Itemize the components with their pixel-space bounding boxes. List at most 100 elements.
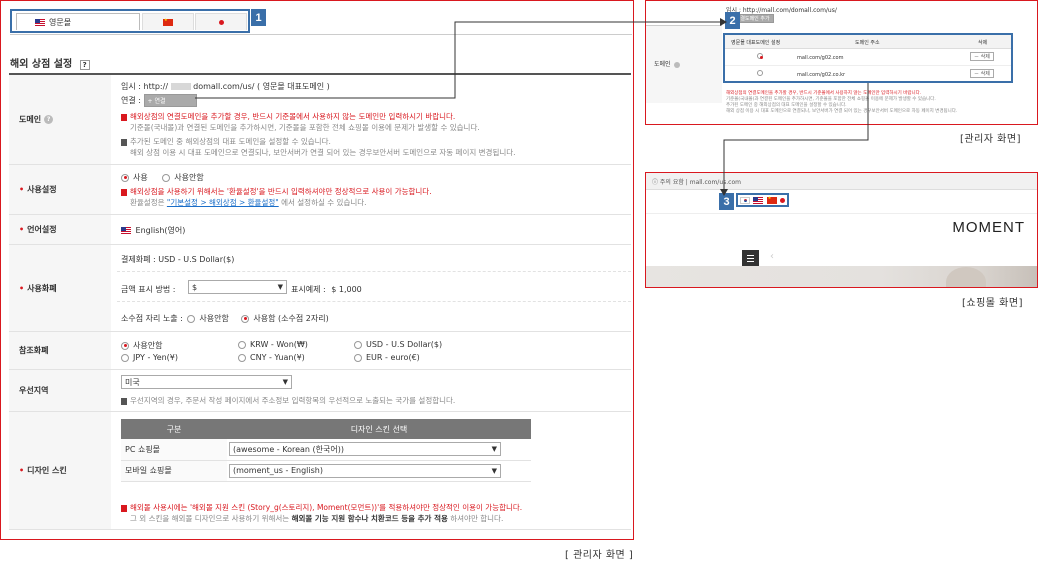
ref-option-eur[interactable]: EUR - euro(€) [354,353,420,362]
mobile-skin-select[interactable]: (moment_us - English) ▼ [229,463,501,478]
row-usage: • 사용설정 사용 사용안함 해외상점을 사용하기 위해서는 '환율설정'을 반드… [9,165,631,215]
pc-skin-cell: (awesome - Korean (한국어)) ▼ [227,439,531,461]
ref-jpy-radio[interactable] [121,353,129,362]
small-delete-button-1[interactable]: － 삭제 [970,52,994,61]
payment-currency: 결제화폐 : USD - U.S Dollar($) [121,255,235,264]
us-flag-icon [35,18,45,26]
ref-option-none[interactable]: 사용안함 [121,340,162,351]
chevron-left-icon[interactable]: ‹ [770,251,774,262]
display-method-value: $ [192,282,198,292]
section-title-text: 해외 상점 설정 [10,59,73,70]
note-icon [121,138,127,146]
marker-1: 1 [251,9,266,26]
skin-note-1: 해외몰 사용시에는 '해외몰 지원 스킨 (Story_g(스토리지), Mom… [121,502,522,513]
skin-note-2: 그 외 스킨을 해외몰 디자인으로 사용하기 위해서는 해외몰 기능 지원 함수… [130,513,503,524]
us-flag-icon[interactable] [753,196,764,204]
help-icon[interactable]: ? [79,60,90,70]
admin-caption: [ 관리자 화면 ] [565,550,634,561]
value-domain: 임시 : http:// domall.com/us/ ( 영문몰 대표도메인 … [121,75,631,164]
mobile-skin-cell: (moment_us - English) ▼ [227,460,531,482]
skin-note-suffix: 하셔야만 합니다. [447,514,504,523]
label-reference-text: 참조화폐 [19,346,49,355]
small-note-4: 해외 상점 이용 시 대표 도메인으로 연결되나, 보안서버가 연결 되어 있는… [726,109,958,114]
ref-krw-radio[interactable] [238,340,246,349]
info-icon [674,61,681,68]
label-currency-text: 사용화폐 [27,283,57,293]
skin-note-prefix: 그 외 스킨을 해외몰 디자인으로 사용하기 위해서는 [130,514,292,523]
ref-option-krw[interactable]: KRW - Won(₩) [238,340,308,349]
decimal-off-radio[interactable] [187,314,196,323]
tab-china[interactable] [142,13,194,30]
pc-skin-select[interactable]: (awesome - Korean (한국어)) ▼ [229,442,501,456]
jp-flag-icon[interactable] [780,197,786,203]
usage-off-radio[interactable] [162,173,171,182]
decimal-on-radio[interactable] [241,314,250,323]
chevron-down-icon: ▼ [277,283,283,291]
ref-usd-radio[interactable] [354,340,362,349]
label-language: • 언어설정 [9,215,111,244]
admin-small-caption: [관리자 화면] [960,134,1021,145]
menu-icon[interactable] [742,250,759,266]
chevron-down-icon: ▼ [491,466,497,475]
label-domain: 도메인 ? [9,75,111,164]
note-icon [121,188,127,196]
connect-line: 연결 : + 연결 [121,94,197,107]
language-value: English(영어) [121,225,185,236]
value-currency: 결제화폐 : USD - U.S Dollar($) 금액 표시 방법 : $ … [117,245,631,331]
domain-note-1-text: 해외상점의 연결도메인을 추가할 경우, 반드시 기준몰에서 사용하지 않는 도… [130,112,456,121]
blur-mask [170,83,191,90]
admin-small-panel: 임시 : http://mall.com/domall.com/us/ + 연결… [645,0,1038,125]
divider [117,301,631,302]
small-domain-1: mall.com/g02.com [797,55,844,61]
row-domain: 도메인 ? 임시 : http:// domall.com/us/ ( 영문몰 … [9,75,631,165]
display-method-select[interactable]: $ ▼ [188,280,287,294]
tab-english[interactable]: 영문몰 [16,13,140,30]
small-col-delete: 삭제 [978,40,988,46]
address-text[interactable]: ⓘ 주의 요함 | mall.com/us.com [652,177,741,186]
display-method-label: 금액 표시 방법 : [121,285,176,294]
ref-none-radio[interactable] [121,341,129,350]
tab-english-label: 영문몰 [49,17,72,27]
row-reference: 참조화폐 사용안함 KRW - Won(₩) USD - U.S Dollar(… [9,332,631,370]
pc-shop-label: PC 쇼핑몰 [121,439,227,461]
region-select[interactable]: 미국 ▼ [121,375,292,389]
shop-header-line [646,213,1037,214]
ref-none-label: 사용안함 [133,341,163,350]
add-domain-button[interactable]: + 연결 [143,94,197,107]
ref-cny-radio[interactable] [238,353,246,362]
skin-note-1-text: 해외몰 사용시에는 '해외몰 지원 스킨 (Story_g(스토리지), Mom… [130,503,523,512]
skin-col-select: 디자인 스킨 선택 [227,419,531,439]
label-currency: • 사용화폐 [9,245,111,331]
temp-domain-url: domall.com/us/ ( 영문몰 대표도메인 ) [193,82,330,91]
ref-cny-label: CNY - Yuan(¥) [250,353,305,362]
cn-flag-icon[interactable] [766,195,777,204]
tab-japan[interactable] [195,13,247,30]
small-delete-button-2[interactable]: － 삭제 [970,69,994,78]
ref-eur-radio[interactable] [354,353,362,362]
domain-note-4: 해외 상점 이용 시 대표 도메인으로 연결되나, 보안서버가 연결 되어 있는… [130,148,516,157]
exchange-settings-link[interactable]: "기본설정 > 해외상점 > 환율설정" [167,198,279,207]
usage-on-radio[interactable] [121,173,129,182]
row-region: 우선지역 미국 ▼ 우선지역의 경우, 주문서 작성 페이지에서 주소정보 입력… [9,370,631,412]
ref-option-usd[interactable]: USD - U.S Dollar($) [354,340,442,349]
mobile-shop-label: 모바일 쇼핑몰 [121,460,227,482]
small-main-radio-1[interactable] [757,53,763,59]
small-label-domain: 도메인 [654,59,681,68]
shop-caption: [쇼핑몰 화면] [962,298,1023,309]
value-skin: 구분 디자인 스킨 선택 PC 쇼핑몰 (awesome - Korean (한… [121,412,631,529]
kr-flag-icon[interactable] [739,196,750,204]
browser-address-bar: ⓘ 주의 요함 | mall.com/us.com [646,173,1037,190]
ref-option-cny[interactable]: CNY - Yuan(¥) [238,353,305,362]
mobile-skin-value: (moment_us - English) [233,466,323,475]
label-region-text: 우선지역 [19,386,49,395]
region-value: 미국 [125,377,140,387]
value-usage: 사용 사용안함 해외상점을 사용하기 위해서는 '환율설정'을 반드시 입력하셔… [121,165,631,214]
shop-brand[interactable]: MOMENT [952,219,1025,236]
region-note: 우선지역의 경우, 주문서 작성 페이지에서 주소정보 입력항목의 우선적으로 … [121,395,455,406]
ref-usd-label: USD - U.S Dollar($) [366,340,443,349]
pc-skin-value: (awesome - Korean (한국어)) [233,444,344,454]
small-main-radio-2[interactable] [757,70,763,76]
ref-option-jpy[interactable]: JPY - Yen(¥) [121,353,178,362]
label-skin-text: 디자인 스킨 [27,466,67,475]
marker-2: 2 [725,12,740,29]
